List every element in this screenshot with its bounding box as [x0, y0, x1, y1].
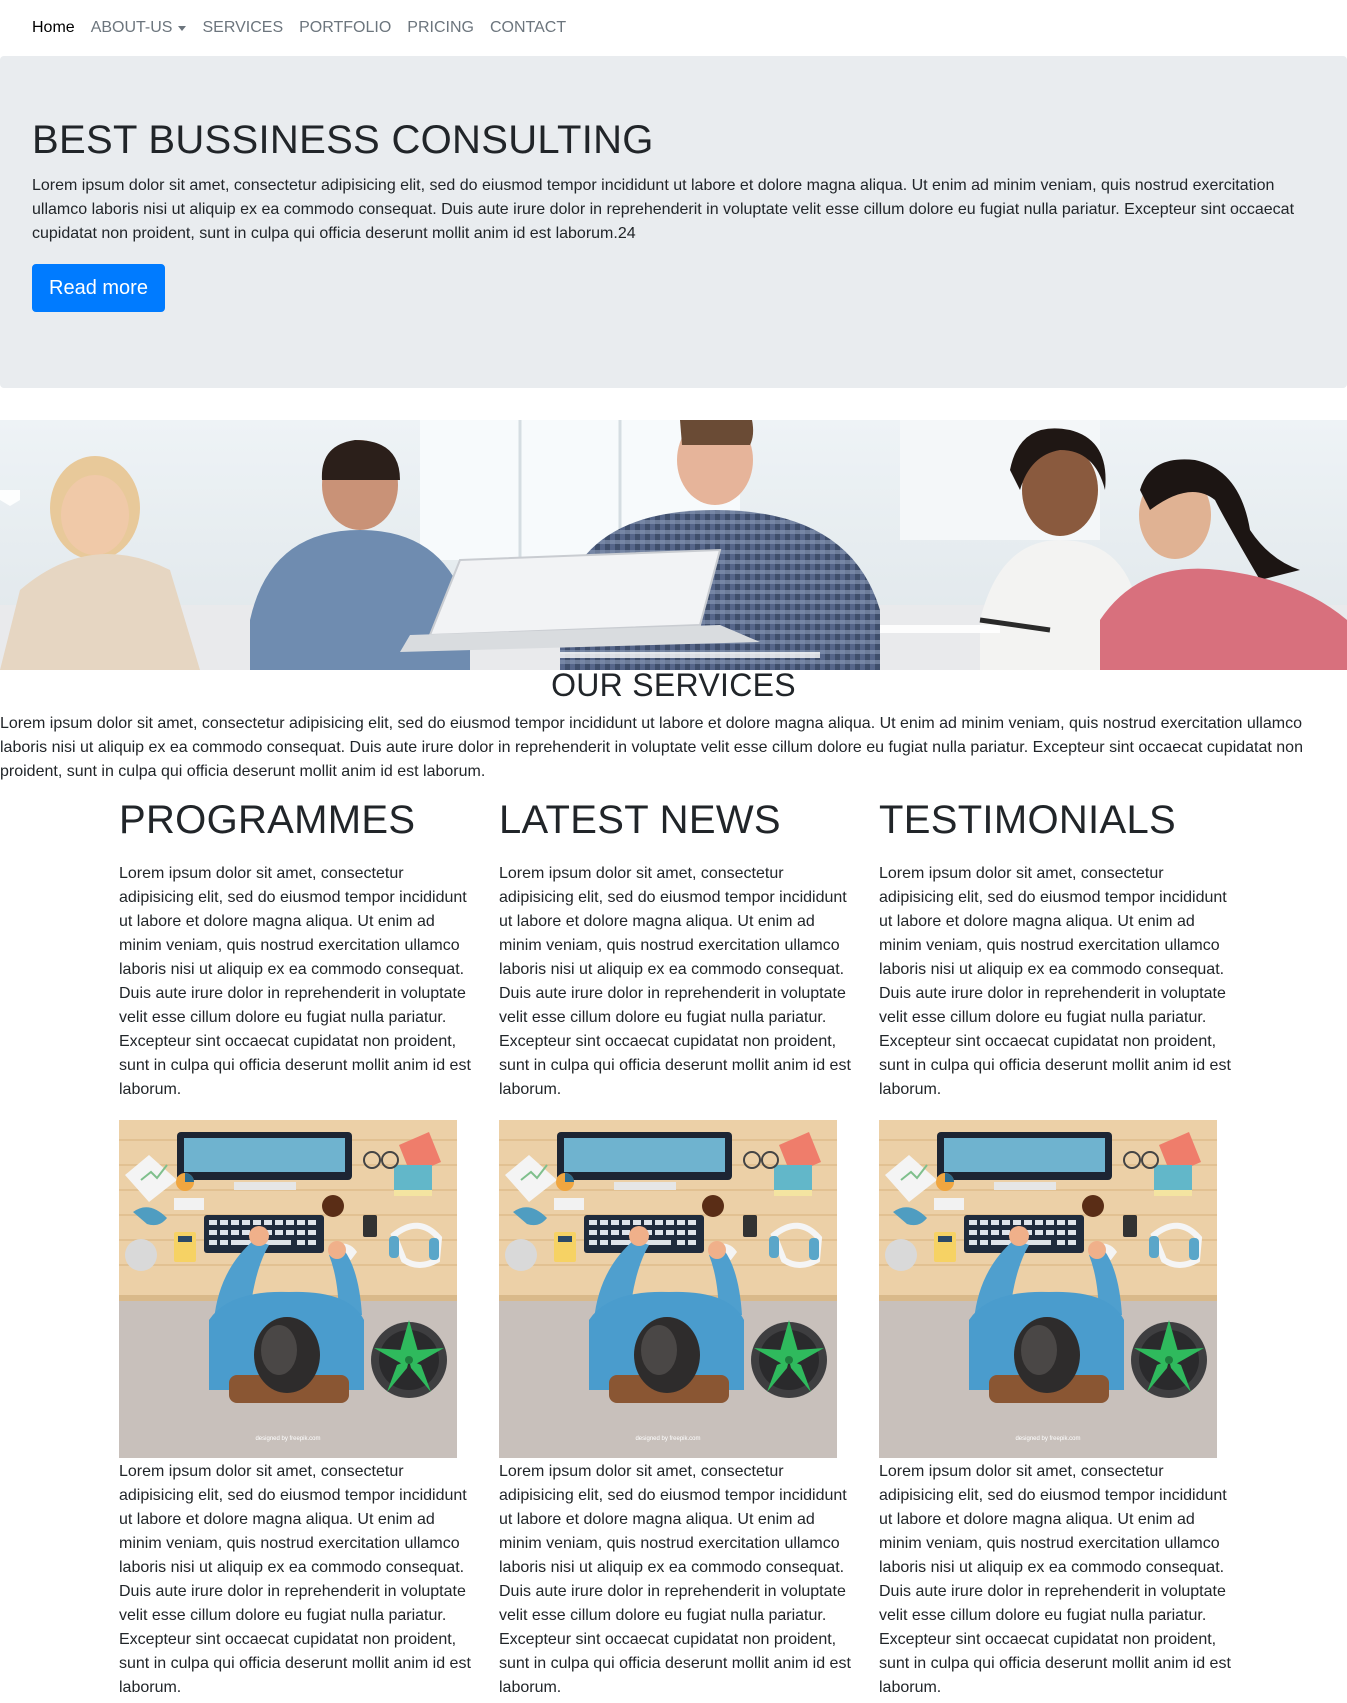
- hero-text: Lorem ipsum dolor sit amet, consectetur …: [32, 177, 1295, 242]
- column-title: LATEST NEWS: [499, 798, 781, 842]
- hero-jumbotron: BEST BUSSINESS CONSULTING Lorem ipsum do…: [0, 56, 1347, 388]
- services-title: OUR SERVICES: [551, 667, 796, 703]
- hero-title: BEST BUSSINESS CONSULTING: [32, 118, 654, 162]
- nav-services[interactable]: SERVICES: [194, 12, 291, 44]
- navbar: Home ABOUT-US SERVICES PORTFOLIO PRICING…: [0, 0, 1347, 56]
- nav-pricing[interactable]: PRICING: [399, 12, 482, 44]
- nav-about-us[interactable]: ABOUT-US: [83, 12, 195, 44]
- nav-home[interactable]: Home: [24, 12, 83, 44]
- chevron-down-icon: [178, 25, 187, 31]
- column-programmes: PROGRAMMES Lorem ipsum dolor sit amet, c…: [119, 796, 471, 1700]
- nav-about-us-label: ABOUT-US: [90, 19, 173, 36]
- read-more-button[interactable]: Read more: [32, 264, 165, 312]
- nav-portfolio[interactable]: PORTFOLIO: [291, 12, 399, 44]
- nav-contact[interactable]: CONTACT: [482, 12, 574, 44]
- image-credit: designed by freepik.com: [255, 1436, 320, 1442]
- workspace-illustration: designed by freepik.com: [879, 1120, 1217, 1458]
- column-text-bottom: Lorem ipsum dolor sit amet, consectetur …: [499, 1463, 851, 1696]
- column-latest-news: LATEST NEWS Lorem ipsum dolor sit amet, …: [499, 796, 851, 1700]
- column-text-top: Lorem ipsum dolor sit amet, consectetur …: [119, 865, 471, 1098]
- services-text: Lorem ipsum dolor sit amet, consectetur …: [0, 715, 1303, 780]
- workspace-illustration: designed by freepik.com: [499, 1120, 837, 1458]
- column-text-bottom: Lorem ipsum dolor sit amet, consectetur …: [119, 1463, 471, 1696]
- column-text-bottom: Lorem ipsum dolor sit amet, consectetur …: [879, 1463, 1231, 1696]
- column-title: TESTIMONIALS: [879, 798, 1176, 842]
- workspace-illustration: designed by freepik.com: [119, 1120, 457, 1458]
- image-credit: designed by freepik.com: [635, 1436, 700, 1442]
- column-text-top: Lorem ipsum dolor sit amet, consectetur …: [879, 865, 1231, 1098]
- team-meeting-photo: [0, 420, 1347, 670]
- column-title: PROGRAMMES: [119, 798, 416, 842]
- column-testimonials: TESTIMONIALS Lorem ipsum dolor sit amet,…: [879, 796, 1231, 1700]
- image-credit: designed by freepik.com: [1015, 1436, 1080, 1442]
- column-text-top: Lorem ipsum dolor sit amet, consectetur …: [499, 865, 851, 1098]
